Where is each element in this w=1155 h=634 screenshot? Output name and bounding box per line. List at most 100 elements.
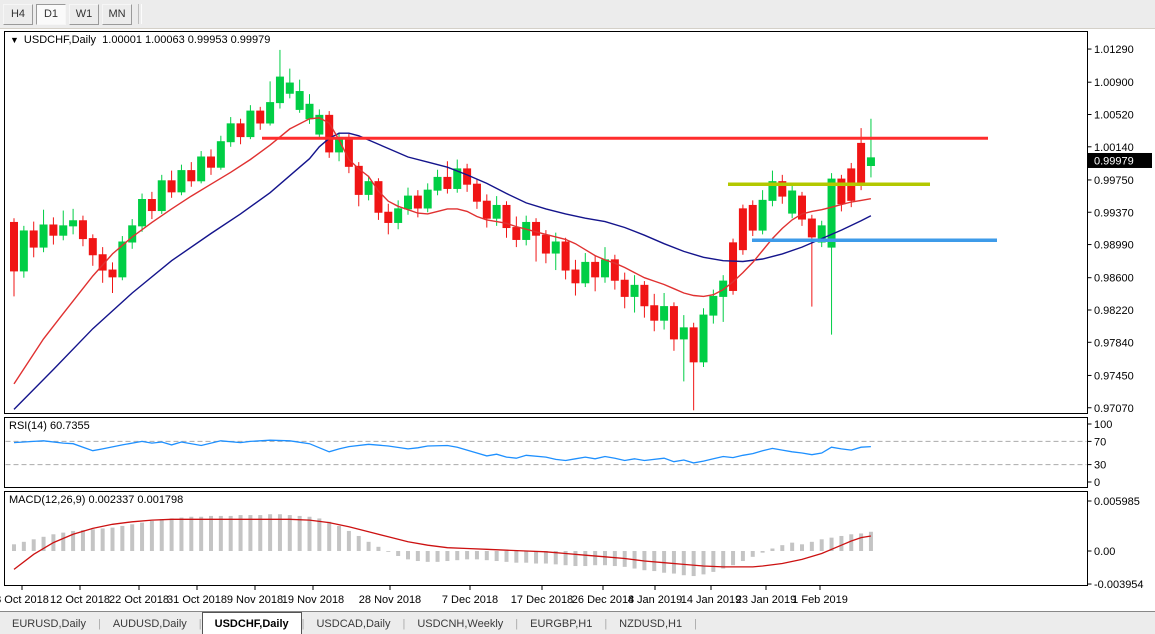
candle-body	[552, 242, 559, 253]
candle-body	[483, 201, 490, 218]
candle-body	[139, 200, 146, 226]
tab-separator: |	[694, 612, 697, 634]
candle-body	[670, 307, 677, 339]
candle-body	[572, 270, 579, 283]
date-tick-label: 23 Jan 2019	[736, 594, 797, 606]
rsi-axis[interactable]: 100 70 30 0	[1088, 419, 1113, 489]
price-tick-label: 0.99370	[1094, 207, 1134, 219]
candle-body	[828, 179, 835, 247]
candle-body	[690, 328, 697, 362]
candle-body	[109, 270, 116, 277]
candle-body	[79, 221, 86, 239]
candle-body	[247, 111, 254, 137]
date-tick-label: 28 Nov 2018	[359, 594, 421, 606]
candle-body	[858, 143, 865, 184]
macd-axis[interactable]: 0.005985 0.00 -0.003954	[1088, 496, 1144, 591]
candle-body	[148, 200, 155, 211]
macd-tick-label: 0.00	[1094, 546, 1115, 558]
main-price-panel[interactable]	[5, 32, 1088, 414]
symbol-tab-usdchf[interactable]: USDCHF,Daily	[202, 612, 302, 634]
price-tick-label: 0.99750	[1094, 175, 1134, 187]
candle-body	[533, 222, 540, 235]
candle-body	[700, 315, 707, 362]
chart-ohlc-values: 1.00001 1.00063 0.99953 0.99979	[102, 34, 270, 46]
date-tick-label: 17 Dec 2018	[511, 594, 573, 606]
candle-body	[424, 190, 431, 208]
candle-body	[208, 157, 215, 167]
macd-tick-label: -0.003954	[1094, 579, 1144, 591]
candle-body	[286, 83, 293, 93]
date-tick-label: 1 Feb 2019	[792, 594, 848, 606]
symbol-tab-audusd[interactable]: AUDUSD,Daily	[101, 612, 199, 634]
symbol-tab-bar: EURUSD,Daily|AUDUSD,Daily|USDCHF,Daily|U…	[0, 611, 1155, 634]
price-axis[interactable]: 1.012901.009001.005201.001400.997500.993…	[1088, 44, 1153, 415]
candle-body	[227, 124, 234, 142]
candle-body	[395, 209, 402, 223]
chart-symbol-label: USDCHF,Daily	[24, 34, 96, 46]
candle-body	[20, 231, 27, 271]
candle-body	[602, 260, 609, 277]
candle-body	[40, 225, 47, 247]
candle-body	[542, 235, 549, 253]
date-tick-label: 7 Dec 2018	[442, 594, 498, 606]
candle-body	[257, 111, 264, 123]
date-tick-label: 14 Jan 2019	[681, 594, 742, 606]
candle-body	[365, 182, 372, 195]
date-tick-label: 22 Oct 2018	[109, 594, 169, 606]
price-tick-label: 1.00900	[1094, 77, 1134, 89]
price-tick-label: 1.00140	[1094, 142, 1134, 154]
rsi-tick-label: 100	[1094, 419, 1112, 431]
candle-body	[592, 262, 599, 276]
date-tick-label: 19 Nov 2018	[282, 594, 344, 606]
candle-body	[198, 157, 205, 181]
candle-body	[641, 285, 648, 305]
rsi-indicator-label: RSI(14) 60.7355	[9, 420, 90, 432]
candle-body	[414, 196, 421, 208]
symbol-tab-nzdusd[interactable]: NZDUSD,H1	[607, 612, 694, 634]
symbol-tab-usdcad[interactable]: USDCAD,Daily	[304, 612, 402, 634]
date-tick-label: 4 Jan 2019	[628, 594, 682, 606]
candle-body	[808, 219, 815, 237]
date-tick-label: 26 Dec 2018	[572, 594, 634, 606]
candle-body	[523, 222, 530, 239]
candle-body	[789, 191, 796, 213]
chart-title: ▼ USDCHF,Daily 1.00001 1.00063 0.99953 0.…	[10, 34, 270, 46]
candle-body	[385, 212, 392, 222]
macd-tick-label: 0.005985	[1094, 496, 1140, 508]
rsi-tick-label: 70	[1094, 436, 1106, 448]
symbol-tab-eurgbp[interactable]: EURGBP,H1	[518, 612, 604, 634]
date-axis[interactable]: 3 Oct 201812 Oct 201822 Oct 201831 Oct 2…	[0, 586, 848, 607]
price-tick-label: 0.98600	[1094, 273, 1134, 285]
candle-body	[710, 296, 717, 315]
candle-body	[680, 328, 687, 339]
candle-body	[178, 171, 185, 192]
rsi-tick-label: 0	[1094, 477, 1100, 489]
candle-body	[493, 205, 500, 218]
candle-body	[11, 222, 18, 270]
price-tick-label: 0.97840	[1094, 337, 1134, 349]
candle-body	[444, 177, 451, 188]
price-tick-label: 0.98220	[1094, 305, 1134, 317]
candle-body	[50, 225, 57, 235]
candle-body	[30, 231, 37, 247]
candle-body	[306, 104, 313, 118]
candle-body	[267, 103, 274, 123]
candle-body	[326, 115, 333, 152]
price-tick-label: 1.01290	[1094, 44, 1134, 56]
rsi-tick-label: 30	[1094, 460, 1106, 472]
candle-body	[651, 306, 658, 320]
candle-body	[158, 181, 165, 211]
chart-dropdown-icon[interactable]: ▼	[10, 35, 19, 45]
date-tick-label: 9 Nov 2018	[227, 594, 283, 606]
candle-body	[168, 181, 175, 192]
candle-body	[188, 171, 195, 181]
symbol-tab-usdcnh[interactable]: USDCNH,Weekly	[405, 612, 515, 634]
candle-body	[237, 124, 244, 137]
candle-body	[661, 307, 668, 321]
candle-body	[473, 184, 480, 201]
rsi-panel[interactable]	[5, 418, 1088, 488]
candle-body	[434, 177, 441, 190]
symbol-tab-eurusd[interactable]: EURUSD,Daily	[0, 612, 98, 634]
chart-canvas[interactable]: 1.012901.009001.005201.001400.997500.993…	[0, 0, 1155, 634]
candle-body	[759, 200, 766, 230]
